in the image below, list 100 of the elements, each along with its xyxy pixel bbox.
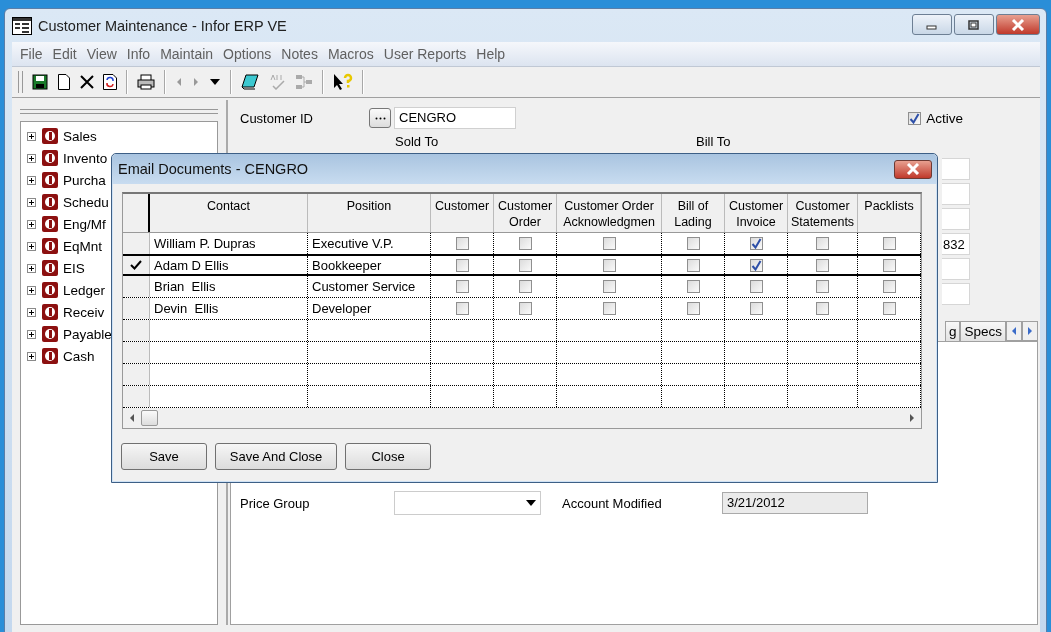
column-header[interactable]: Position: [308, 194, 431, 232]
tree-item[interactable]: EqMnt: [63, 238, 103, 254]
tree-item[interactable]: Ledger: [63, 282, 106, 298]
text-field[interactable]: [942, 158, 970, 180]
scroll-right-button[interactable]: [1022, 321, 1038, 341]
tree-item[interactable]: Receiv: [63, 304, 105, 320]
scroll-thumb[interactable]: [141, 410, 158, 426]
customer-id-field[interactable]: CENGRO: [394, 107, 516, 129]
tree-item[interactable]: Payable: [63, 326, 112, 342]
tab[interactable]: g: [944, 321, 961, 341]
hierarchy-icon[interactable]: [295, 74, 313, 90]
menu-item[interactable]: Notes: [276, 46, 323, 62]
checkbox[interactable]: [816, 280, 829, 293]
dialog-button[interactable]: Save And Close: [215, 443, 337, 470]
checkbox[interactable]: [686, 302, 700, 315]
empty-grid-row[interactable]: [123, 364, 921, 386]
checkbox[interactable]: [749, 302, 763, 315]
menu-item[interactable]: User Reports: [378, 46, 472, 62]
text-field[interactable]: [942, 208, 970, 230]
notes-icon[interactable]: [241, 74, 259, 90]
scroll-left-button[interactable]: [1006, 321, 1022, 341]
menu-item[interactable]: Help: [471, 46, 511, 62]
checkbox[interactable]: [602, 258, 616, 272]
print-icon[interactable]: [137, 74, 155, 90]
checkbox[interactable]: [455, 258, 469, 272]
text-field[interactable]: 832: [942, 233, 970, 255]
save-icon[interactable]: [32, 74, 48, 90]
delete-icon[interactable]: [80, 75, 94, 89]
menu-item[interactable]: Maintain: [155, 46, 219, 62]
next-icon[interactable]: [192, 77, 200, 87]
menu-item[interactable]: View: [81, 46, 122, 62]
menu-item[interactable]: Macros: [322, 46, 379, 62]
expand-icon[interactable]: [27, 197, 36, 207]
expand-icon[interactable]: [27, 219, 36, 229]
checkbox[interactable]: [882, 302, 896, 315]
empty-grid-row[interactable]: [123, 320, 921, 342]
checkbox[interactable]: [518, 237, 532, 250]
tree-item[interactable]: Schedu: [63, 194, 109, 210]
expand-icon[interactable]: [27, 351, 36, 361]
maximize-button[interactable]: [954, 14, 994, 35]
column-header[interactable]: Customer: [431, 194, 494, 232]
column-header[interactable]: Customer Order: [494, 194, 557, 232]
dialog-button[interactable]: Close: [345, 443, 431, 470]
checkbox[interactable]: [602, 280, 616, 293]
spell-check-icon[interactable]: [268, 74, 286, 90]
checkbox[interactable]: [455, 280, 469, 293]
right-arrow-icon[interactable]: [909, 414, 915, 422]
expand-icon[interactable]: [27, 175, 36, 185]
checkbox[interactable]: [686, 237, 700, 250]
menu-item[interactable]: Info: [121, 46, 156, 62]
minimize-button[interactable]: [912, 14, 952, 35]
menu-item[interactable]: Options: [218, 46, 277, 62]
close-button[interactable]: [996, 14, 1040, 35]
checkbox[interactable]: [749, 280, 763, 293]
help-pointer-icon[interactable]: [333, 73, 353, 91]
checkbox[interactable]: [882, 258, 896, 272]
tree-item[interactable]: EIS: [63, 260, 85, 276]
expand-icon[interactable]: [27, 329, 36, 339]
checkbox[interactable]: [816, 302, 829, 315]
expand-icon[interactable]: [27, 131, 36, 141]
checkbox[interactable]: [518, 302, 532, 315]
row-selector[interactable]: [123, 256, 150, 274]
horizontal-scrollbar[interactable]: [123, 408, 921, 428]
active-checkbox[interactable]: [908, 111, 922, 125]
dialog-button[interactable]: Save: [121, 443, 207, 470]
expand-icon[interactable]: [27, 307, 36, 317]
column-header[interactable]: Contact: [150, 194, 308, 232]
menu-item[interactable]: Edit: [47, 46, 82, 62]
dropdown-caret-icon[interactable]: [209, 78, 221, 86]
text-field[interactable]: [942, 258, 970, 280]
column-header[interactable]: Packlists: [858, 194, 921, 232]
tree-item[interactable]: Invento: [63, 150, 108, 166]
text-field[interactable]: [942, 183, 970, 205]
column-header[interactable]: Customer Statements: [788, 194, 858, 232]
refresh-document-icon[interactable]: [103, 74, 117, 90]
checkbox[interactable]: [882, 280, 896, 293]
checkbox[interactable]: [602, 237, 616, 250]
expand-icon[interactable]: [27, 263, 36, 273]
close-button[interactable]: [894, 159, 932, 179]
checkbox[interactable]: [518, 280, 532, 293]
lookup-button[interactable]: [369, 108, 391, 128]
checkbox[interactable]: [518, 258, 532, 272]
previous-icon[interactable]: [175, 77, 183, 87]
tree-item[interactable]: Eng/Mf: [63, 216, 106, 232]
column-header[interactable]: Customer Order Acknowledgmen: [557, 194, 662, 232]
tree-item[interactable]: Purcha: [63, 172, 106, 188]
checkbox[interactable]: [816, 237, 829, 250]
checkbox[interactable]: [455, 237, 469, 250]
text-field[interactable]: [942, 283, 970, 305]
empty-grid-row[interactable]: [123, 342, 921, 364]
left-arrow-icon[interactable]: [129, 414, 135, 422]
column-header[interactable]: Bill of Lading: [662, 194, 725, 232]
expand-icon[interactable]: [27, 153, 36, 163]
column-header[interactable]: Customer Invoice: [725, 194, 788, 232]
new-document-icon[interactable]: [57, 74, 71, 90]
checkbox[interactable]: [882, 237, 896, 250]
checkbox[interactable]: [455, 302, 469, 315]
checkbox[interactable]: [816, 258, 829, 272]
checkbox[interactable]: [749, 258, 763, 272]
checkbox[interactable]: [602, 302, 616, 315]
